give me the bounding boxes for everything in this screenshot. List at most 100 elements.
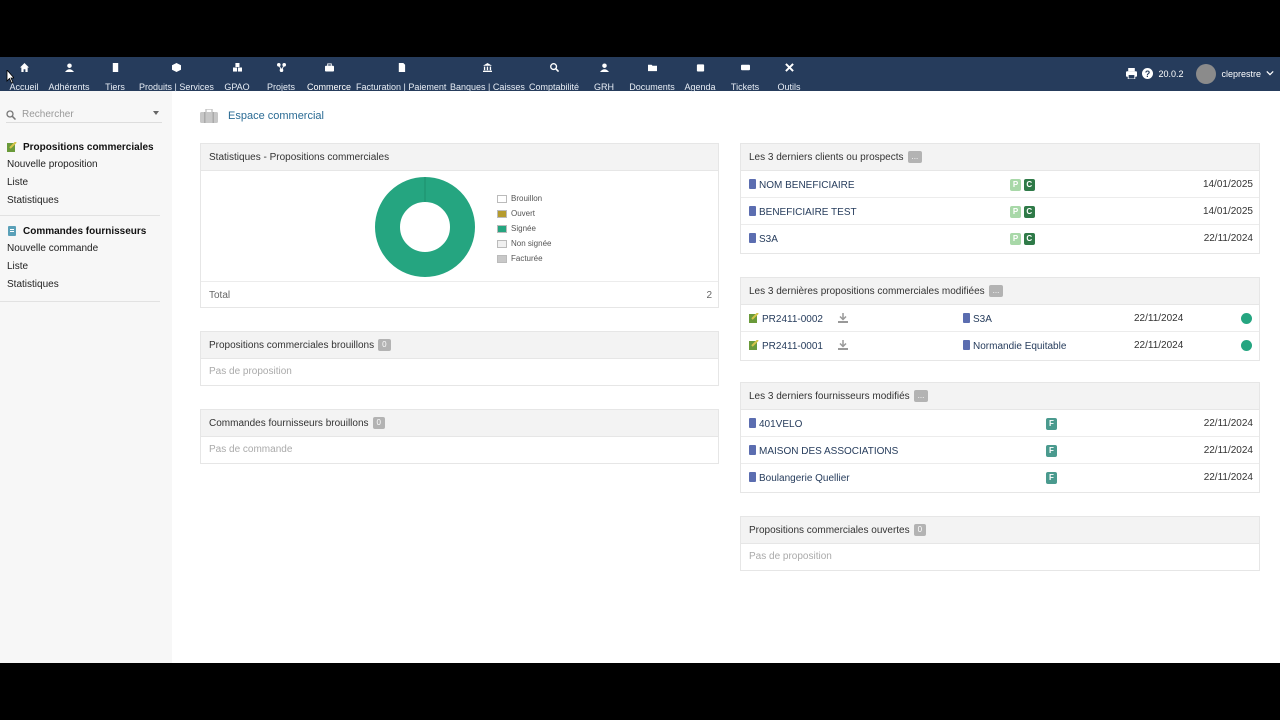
draft-proposals-title[interactable]: Propositions commerciales brouillons 0: [201, 332, 718, 359]
client-link[interactable]: S3A: [749, 233, 778, 245]
table-row: MAISON DES ASSOCIATIONS F 22/11/2024: [741, 437, 1259, 464]
last-suppliers-box: Les 3 derniers fournisseurs modifiés... …: [740, 382, 1260, 493]
open-proposals-box: Propositions commerciales ouvertes 0 Pas …: [740, 516, 1260, 571]
sidebar-title-commandes[interactable]: Commandes fournisseurs: [0, 222, 160, 240]
menu-item-projets[interactable]: Projets: [264, 57, 298, 92]
menu-item-agenda[interactable]: Agenda: [683, 57, 717, 92]
client-tag: C: [1023, 179, 1035, 191]
sidebar-link-statistiques-propositions[interactable]: Statistiques: [0, 192, 160, 210]
stats-box-title: Statistiques - Propositions commerciales: [201, 144, 718, 171]
table-row: BENEFICIAIRE TEST P C 14/01/2025: [741, 198, 1259, 225]
download-icon[interactable]: [838, 340, 848, 350]
search-dollar-icon: [527, 63, 581, 77]
mouse-cursor-icon: [6, 70, 14, 84]
supplier-link[interactable]: MAISON DES ASSOCIATIONS: [749, 445, 898, 457]
chevron-down-icon[interactable]: [1266, 69, 1274, 79]
menu-item-banques[interactable]: Banques | Caisses: [450, 57, 525, 92]
menu-item-facturation[interactable]: Facturation | Paiement: [356, 57, 446, 92]
briefcase-icon: [305, 63, 353, 77]
thirdparty-link[interactable]: S3A: [963, 313, 992, 325]
more-badge[interactable]: ...: [988, 285, 1004, 297]
company-icon: [963, 313, 970, 323]
user-icon: [47, 63, 91, 77]
menu-item-comptabilite[interactable]: Comptabilité: [527, 57, 581, 92]
table-row: Boulangerie Quellier F 22/11/2024: [741, 464, 1259, 491]
legend-item-facturee: Facturée: [497, 251, 551, 266]
client-tag: C: [1023, 206, 1035, 218]
sidebar-link-statistiques-commandes[interactable]: Statistiques: [0, 276, 160, 294]
menu-item-documents[interactable]: Documents: [627, 57, 677, 92]
client-tag: C: [1023, 233, 1035, 245]
sidebar-link-liste-propositions[interactable]: Liste: [0, 174, 160, 192]
sidebar-section-commandes: Commandes fournisseurs Nouvelle commande…: [0, 222, 160, 302]
username-label[interactable]: cleprestre: [1221, 69, 1261, 79]
company-icon: [749, 472, 756, 482]
company-icon: [749, 233, 756, 243]
last-proposals-box: Les 3 dernières propositions commerciale…: [740, 277, 1260, 361]
client-link[interactable]: NOM BENEFICIAIRE: [749, 179, 855, 191]
more-badge[interactable]: ...: [907, 151, 923, 163]
download-icon[interactable]: [838, 313, 848, 323]
open-proposals-title[interactable]: Propositions commerciales ouvertes 0: [741, 517, 1259, 544]
sidebar-link-nouvelle-proposition[interactable]: Nouvelle proposition: [0, 156, 160, 174]
date: 22/11/2024: [1134, 313, 1184, 324]
draft-orders-title[interactable]: Commandes fournisseurs brouillons 0: [201, 410, 718, 437]
legend-item-ouvert: Ouvert: [497, 206, 551, 221]
proposal-link[interactable]: PR2411-0001: [749, 340, 823, 352]
proposal-link[interactable]: PR2411-0002: [749, 313, 823, 325]
supplier-link[interactable]: 401VELO: [749, 418, 802, 430]
sidebar-link-liste-commandes[interactable]: Liste: [0, 258, 160, 276]
project-icon: [264, 63, 298, 77]
chevron-down-icon[interactable]: [153, 111, 159, 115]
legend-swatch: [497, 194, 507, 203]
status-dot: [1241, 313, 1252, 324]
user-tie-icon: [590, 63, 618, 77]
sidebar-link-nouvelle-commande[interactable]: Nouvelle commande: [0, 240, 160, 258]
menu-item-tickets[interactable]: Tickets: [727, 57, 763, 92]
sidebar-search[interactable]: Rechercher: [6, 107, 162, 123]
company-icon: [749, 418, 756, 428]
proposal-icon: [749, 313, 759, 323]
date: 22/11/2024: [1203, 233, 1253, 244]
client-link[interactable]: BENEFICIAIRE TEST: [749, 206, 857, 218]
count-badge: 0: [913, 524, 927, 536]
company-icon: [963, 340, 970, 350]
avatar[interactable]: [1196, 64, 1217, 84]
legend-item-non-signee: Non signée: [497, 236, 551, 251]
app-window: Accueil Adhérents Tiers Produits | Servi…: [0, 57, 1280, 663]
empty-message: Pas de proposition: [209, 366, 292, 377]
svg-text:?: ?: [1145, 68, 1150, 78]
count-badge: 0: [378, 339, 391, 351]
sidebar-title-propositions[interactable]: Propositions commerciales: [0, 138, 160, 156]
legend-swatch: [497, 239, 507, 248]
menu-item-grh[interactable]: GRH: [590, 57, 618, 92]
menu-item-tiers[interactable]: Tiers: [100, 57, 130, 92]
supplier-tag: F: [1046, 472, 1057, 484]
legend-swatch: [497, 209, 507, 218]
date: 22/11/2024: [1134, 340, 1184, 351]
menu-item-adherents[interactable]: Adhérents: [47, 57, 91, 92]
last-clients-title[interactable]: Les 3 derniers clients ou prospects...: [741, 144, 1259, 171]
type-tags: P C: [1010, 233, 1035, 245]
company-icon: [749, 206, 756, 216]
more-badge[interactable]: ...: [913, 390, 929, 402]
thirdparty-link[interactable]: Normandie Equitable: [963, 340, 1066, 352]
menu-item-outils[interactable]: Outils: [774, 57, 804, 92]
print-icon[interactable]: [1126, 67, 1138, 81]
help-icon[interactable]: ?: [1142, 67, 1154, 81]
menu-item-commerce[interactable]: Commerce: [305, 57, 353, 92]
table-row: PR2411-0001 Normandie Equitable 22/11/20…: [741, 332, 1259, 359]
supplier-link[interactable]: Boulangerie Quellier: [749, 472, 850, 484]
last-proposals-title[interactable]: Les 3 dernières propositions commerciale…: [741, 278, 1259, 305]
stats-total-row: Total 2: [201, 281, 718, 308]
stats-box: Statistiques - Propositions commerciales…: [200, 143, 719, 308]
menu-item-gpao[interactable]: GPAO: [222, 57, 252, 92]
date: 22/11/2024: [1203, 472, 1253, 483]
last-suppliers-title[interactable]: Les 3 derniers fournisseurs modifiés...: [741, 383, 1259, 410]
search-input[interactable]: Rechercher: [22, 109, 74, 120]
draft-orders-box: Commandes fournisseurs brouillons 0 Pas d…: [200, 409, 719, 464]
menu-item-produits-services[interactable]: Produits | Services: [139, 57, 214, 92]
company-icon: [749, 445, 756, 455]
draft-proposals-box: Propositions commerciales brouillons 0 Pa…: [200, 331, 719, 386]
table-row: 401VELO F 22/11/2024: [741, 410, 1259, 437]
